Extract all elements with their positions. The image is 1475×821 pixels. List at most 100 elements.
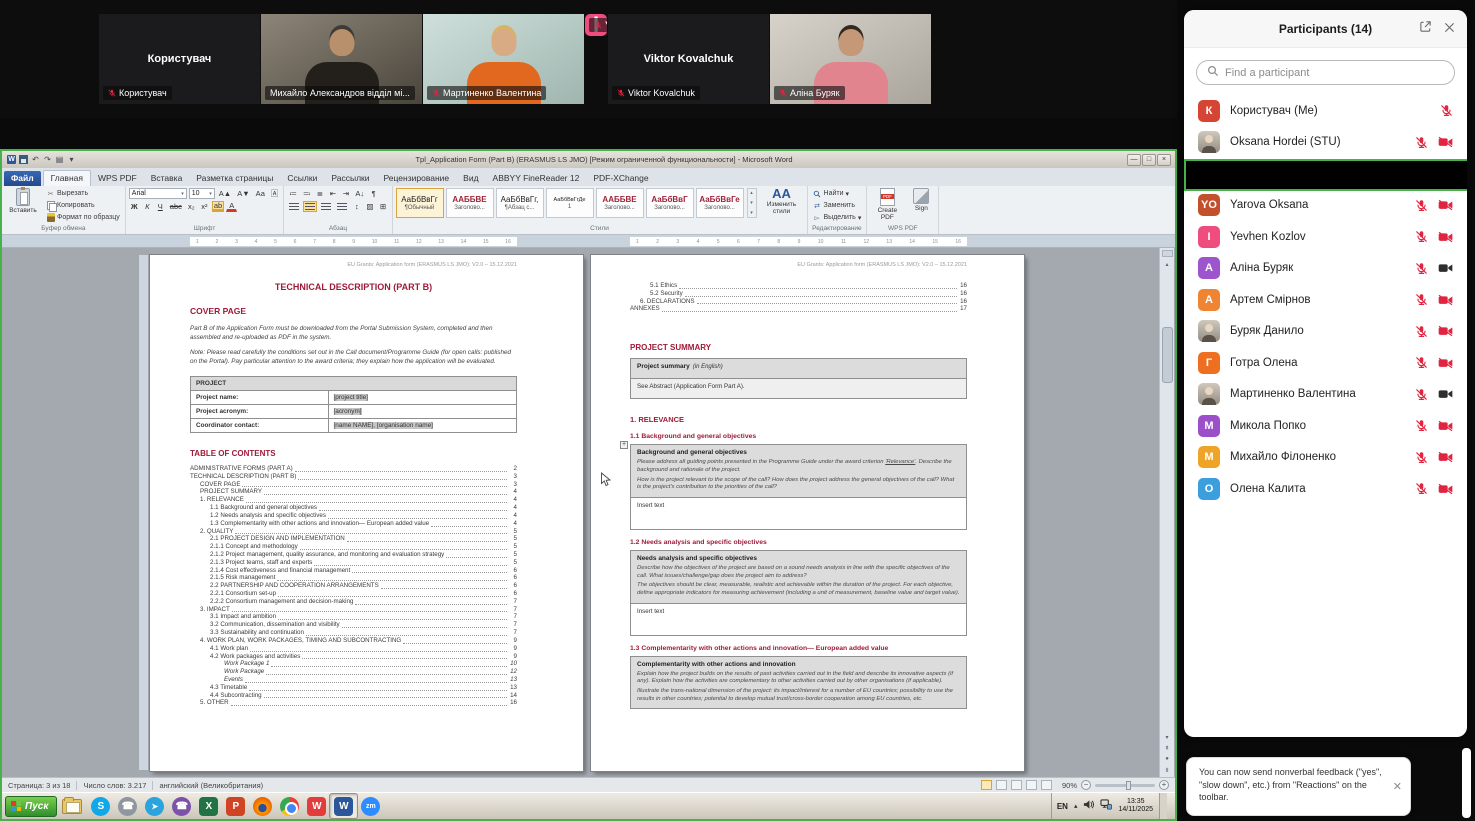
insert-text-cell[interactable]: Insert text (631, 603, 966, 635)
video-tile[interactable]: Аліна Буряк Аліна Буряк (770, 14, 931, 104)
question-table-1-3[interactable]: Complementarity with other actions and i… (630, 656, 967, 710)
table-move-handle[interactable] (620, 441, 628, 449)
replace-button[interactable]: ⇄Заменить (811, 200, 864, 211)
toc-entry[interactable]: 2.2.1 Consortium set-up 6 (190, 590, 517, 598)
taskbar-app[interactable]: W (330, 794, 357, 818)
participant-row[interactable]: К Користувач (Me) ⬆ (1184, 95, 1467, 127)
insert-text-cell[interactable]: Insert text (631, 497, 966, 529)
ribbon-tab[interactable]: Ссылки (280, 171, 324, 186)
toc-entry[interactable]: 2.1.3 Project teams, staff and experts 5 (190, 559, 517, 567)
ribbon-tab[interactable]: Файл (4, 171, 41, 186)
sort-icon[interactable]: А↓ (353, 188, 366, 199)
align-left-icon[interactable] (287, 201, 301, 212)
taskbar-app[interactable]: W (303, 794, 330, 818)
create-pdf-button[interactable]: Create PDF (870, 188, 904, 221)
fullscreen-view-icon[interactable] (996, 780, 1007, 790)
underline-button[interactable]: Ч (155, 201, 166, 212)
question-table-1-2[interactable]: Needs analysis and specific objectives D… (630, 550, 967, 636)
toc-entry[interactable]: 5. OTHER 16 (190, 699, 517, 707)
toc-entry[interactable]: Events 13 (190, 676, 517, 684)
popout-icon[interactable] (1419, 20, 1432, 38)
font-color-button[interactable]: А (226, 201, 237, 212)
web-layout-view-icon[interactable] (1011, 780, 1022, 790)
hidden-icons-chevron[interactable]: ▴ (1074, 802, 1078, 810)
split-handle[interactable] (1162, 250, 1173, 257)
style-gallery-item[interactable]: АаБбВвГгДе 1 (546, 188, 594, 218)
toc-entry[interactable]: 1.3 Complementarity with other actions a… (190, 520, 517, 528)
close-button[interactable]: × (1157, 154, 1171, 166)
toc-entry[interactable]: 2.1.2 Project management, quality assura… (190, 551, 517, 559)
superscript-button[interactable]: x² (199, 201, 210, 212)
zoom-out-icon[interactable]: − (1081, 780, 1091, 790)
taskbar-app[interactable]: P (222, 794, 249, 818)
style-gallery-item[interactable]: АаБбВвГе Заголово... (696, 188, 744, 218)
scroll-up-icon[interactable]: ▴ (1162, 259, 1173, 269)
start-button[interactable]: Пуск (5, 796, 57, 817)
highlight-button[interactable]: ab (212, 201, 224, 212)
line-spacing-icon[interactable]: ↕ (351, 201, 362, 212)
status-language[interactable]: английский (Великобритания) (159, 781, 263, 790)
toc-entry[interactable]: 1.2 Needs analysis and specific objectiv… (190, 512, 517, 520)
collapsed-panel-edge[interactable] (1462, 748, 1471, 818)
participant-row[interactable]: Буряк Данило ⬆ (1184, 316, 1467, 348)
relevance-link[interactable]: 'Relevance' (885, 459, 915, 465)
participant-row[interactable]: О Олена Калита ⬆ (1184, 473, 1467, 505)
toc-entry[interactable]: ANNEXES 17 (630, 305, 967, 313)
status-page[interactable]: Страница: 3 из 18 (8, 781, 70, 790)
style-gallery-item[interactable]: ААББВЕ Заголово... (596, 188, 644, 218)
ribbon-tab[interactable]: WPS PDF (91, 171, 144, 186)
toc-entry[interactable]: 2.2 PARTNERSHIP AND COOPERATION ARRANGEM… (190, 582, 517, 590)
participant-row[interactable]: М Микола Попко ⬆ (1184, 410, 1467, 442)
vertical-ruler[interactable] (139, 255, 148, 770)
minimize-button[interactable]: — (1127, 154, 1141, 166)
print-preview-icon[interactable]: ▤ (55, 155, 64, 164)
taskbar-app[interactable]: S (87, 794, 114, 818)
horizontal-ruler[interactable]: 12345678910111213141516 1234567891011121… (2, 235, 1175, 248)
toc-entry[interactable]: 5.1 Ethics 16 (630, 282, 967, 290)
participant-row[interactable]: YO Yarova Oksana ⬆ (1184, 190, 1467, 222)
shrink-font-button[interactable]: А▼ (235, 188, 251, 199)
video-tile[interactable]: Мартиненко Валентина Мартиненко Валентин… (423, 14, 584, 104)
taskbar-app[interactable]: ☎ (114, 794, 141, 818)
redo-icon[interactable]: ↷ (43, 155, 52, 164)
toc-entry[interactable]: 2.2.2 Consortium management and decision… (190, 598, 517, 606)
notification-close-icon[interactable]: ✕ (1393, 780, 1402, 793)
select-button[interactable]: ▻Выделить ▾ (811, 212, 864, 223)
toc-entry[interactable]: 3.3 Sustainability and continuation 7 (190, 629, 517, 637)
toc-entry[interactable]: 4.4 Subcontracting 14 (190, 692, 517, 700)
toc-entry[interactable]: 1. RELEVANCE 4 (190, 496, 517, 504)
toc-entry[interactable]: TECHNICAL DESCRIPTION (PART B) 3 (190, 473, 517, 481)
toc-entry[interactable]: 5.2 Security 16 (630, 290, 967, 298)
toc-entry[interactable]: 6. DECLARATIONS 16 (630, 298, 967, 306)
video-tile[interactable]: Михайло Александров відділ мі... Михайло… (261, 14, 422, 104)
shading-icon[interactable]: ▨ (364, 201, 375, 212)
participant-row[interactable]: Михайло Александров відділ ... (Host) ⬆ (1184, 159, 1467, 191)
outdent-icon[interactable]: ⇤ (327, 188, 338, 199)
copy-button[interactable]: Копировать (44, 200, 122, 211)
taskbar-app[interactable] (249, 794, 276, 818)
zoom-in-icon[interactable]: + (1159, 780, 1169, 790)
numbering-icon[interactable]: ≕ (301, 188, 313, 199)
toc-entry[interactable]: Work Package 1 10 (190, 660, 517, 668)
ribbon-tab[interactable]: Вставка (144, 171, 190, 186)
change-case-button[interactable]: Аа (254, 188, 267, 199)
borders-icon[interactable]: ⊞ (378, 201, 389, 212)
qat-customize-icon[interactable]: ▾ (67, 155, 76, 164)
participant-row[interactable]: А Аліна Буряк ⬆ (1184, 253, 1467, 285)
subscript-button[interactable]: x₂ (186, 201, 197, 212)
word-titlebar[interactable]: W ↶ ↷ ▤ ▾ Tpl_Application Form (Part B) … (2, 151, 1175, 168)
toc-entry[interactable]: 3.1 Impact and ambition 7 (190, 613, 517, 621)
outline-view-icon[interactable] (1026, 780, 1037, 790)
indent-icon[interactable]: ⇥ (340, 188, 351, 199)
sign-button[interactable]: Sign (907, 188, 935, 212)
taskbar-app[interactable]: X (195, 794, 222, 818)
gallery-scroll[interactable]: ▴▾▾ (747, 188, 757, 218)
font-size-combo[interactable]: 10▾ (189, 188, 215, 199)
toc-entry[interactable]: 1.1 Background and general objectives 4 (190, 504, 517, 512)
next-page-icon[interactable]: ⇟ (1162, 765, 1173, 775)
cut-button[interactable]: ✂Вырезать (44, 188, 122, 199)
strikethrough-button[interactable]: abc (168, 201, 184, 212)
paste-button[interactable]: Вставить (5, 188, 41, 214)
zoom-level[interactable]: 90% (1062, 781, 1077, 790)
pilcrow-icon[interactable]: ¶ (368, 188, 379, 199)
